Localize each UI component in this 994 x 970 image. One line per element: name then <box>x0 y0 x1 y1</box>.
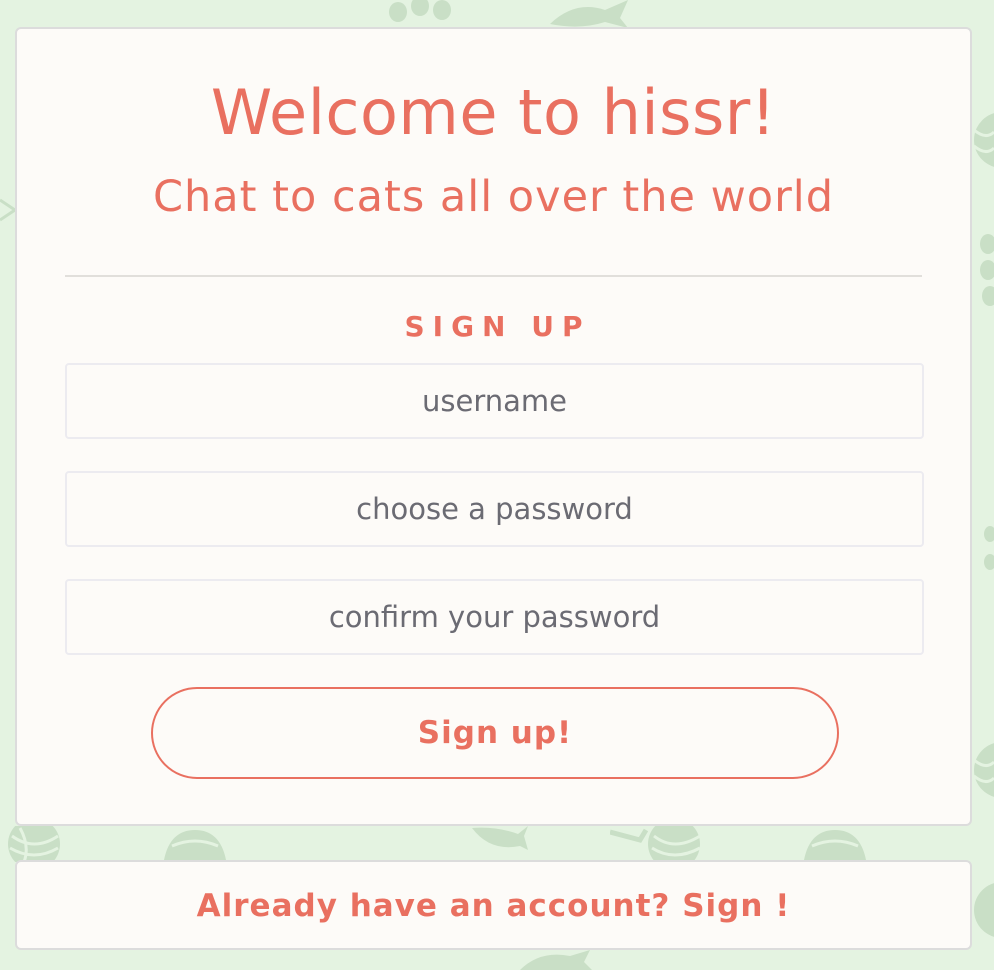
username-input[interactable] <box>65 363 924 439</box>
signup-heading: SIGN UP <box>404 310 591 343</box>
food-bowl-icon <box>804 830 866 860</box>
yarn-ball-icon <box>8 826 60 862</box>
page-title: Welcome to hissr! <box>210 76 777 149</box>
signin-card: Already have an account? Sign ! <box>15 860 972 950</box>
yarn-ball-icon <box>973 743 994 797</box>
paw-icon <box>980 234 994 306</box>
paw-icon <box>389 0 451 22</box>
signin-link[interactable]: Already have an account? Sign ! <box>197 886 791 926</box>
signup-card: Welcome to hissr! Chat to cats all over … <box>15 27 972 826</box>
fish-icon <box>520 950 592 970</box>
yarn-ball-icon <box>974 883 994 937</box>
confirm-password-input[interactable] <box>65 579 924 655</box>
divider <box>65 275 922 277</box>
page-subtitle: Chat to cats all over the world <box>152 172 835 222</box>
signup-button[interactable]: Sign up! <box>151 687 839 779</box>
food-bowl-icon <box>164 830 226 860</box>
yarn-ball-icon <box>973 113 994 167</box>
yarn-ball-icon <box>610 826 701 862</box>
fish-icon <box>0 198 15 222</box>
password-input[interactable] <box>65 471 924 547</box>
fish-icon <box>550 0 628 28</box>
fish-icon <box>472 826 528 850</box>
paw-icon <box>984 526 994 570</box>
